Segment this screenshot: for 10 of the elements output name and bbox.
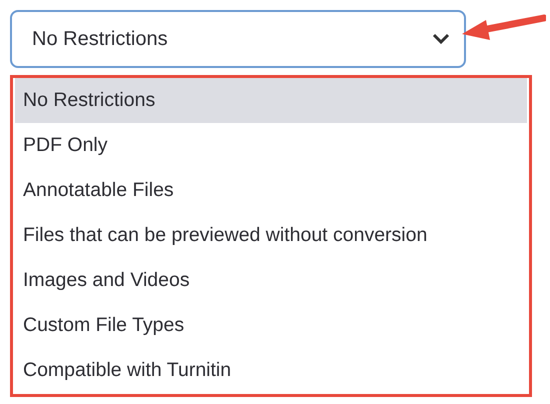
dropdown-option[interactable]: Compatible with Turnitin xyxy=(15,348,527,393)
dropdown-option[interactable]: Custom File Types xyxy=(15,303,527,348)
chevron-down-icon xyxy=(432,33,450,45)
dropdown-option[interactable]: Images and Videos xyxy=(15,258,527,303)
dropdown-option[interactable]: PDF Only xyxy=(15,123,527,168)
dropdown-value: No Restrictions xyxy=(32,27,168,52)
file-type-dropdown[interactable]: No Restrictions xyxy=(10,10,466,68)
dropdown-option[interactable]: No Restrictions xyxy=(15,78,527,123)
dropdown-option[interactable]: Files that can be previewed without conversion xyxy=(15,213,527,258)
dropdown-option[interactable]: Annotatable Files xyxy=(15,168,527,213)
